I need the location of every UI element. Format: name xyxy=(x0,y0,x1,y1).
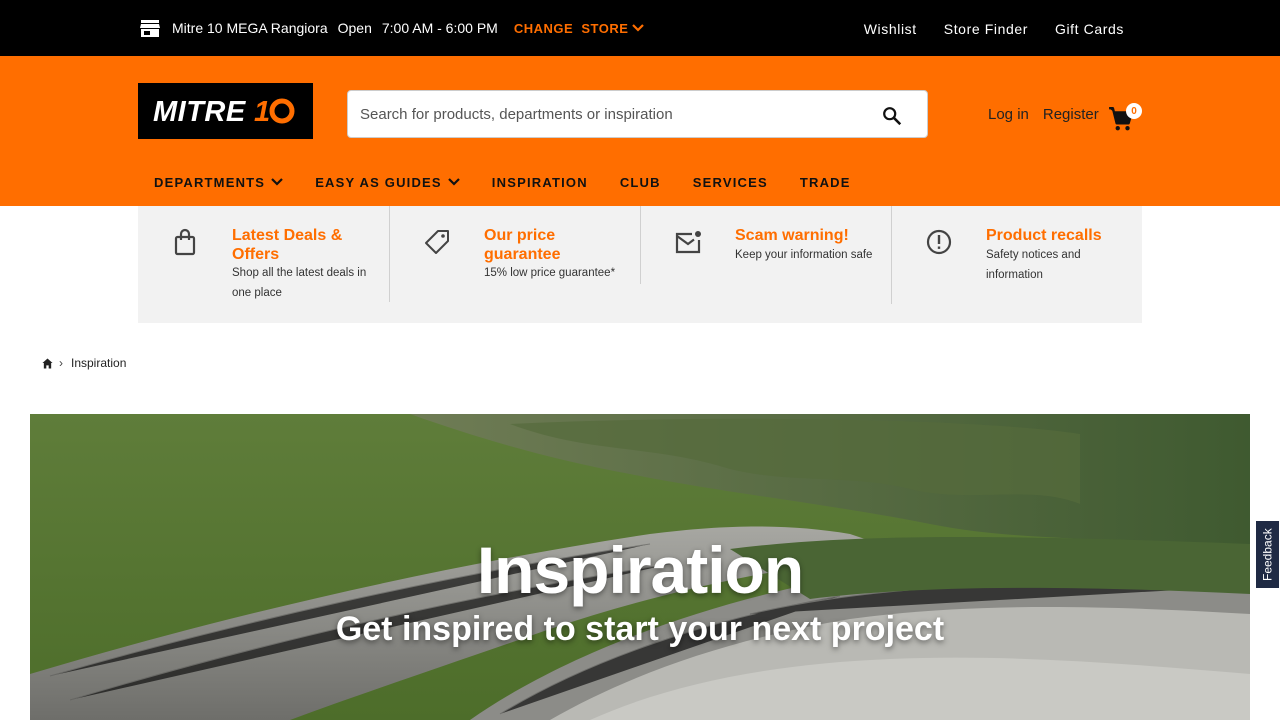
gift-cards-link[interactable]: Gift Cards xyxy=(1055,21,1124,37)
login-link[interactable]: Log in xyxy=(988,106,1029,123)
cart-count-badge: 0 xyxy=(1126,103,1142,119)
info-card-deals[interactable]: Latest Deals & Offers Shop all the lates… xyxy=(138,206,389,303)
search-box xyxy=(347,90,928,138)
info-card-desc: Shop all the latest deals in one place xyxy=(232,267,367,299)
nav-services[interactable]: SERVICES xyxy=(693,175,768,190)
info-card-desc: Safety notices and information xyxy=(986,249,1081,281)
mitre10-logo[interactable]: MITRE 1 xyxy=(138,83,313,139)
top-bar: Mitre 10 MEGA Rangiora Open 7:00 AM - 6:… xyxy=(0,0,1280,56)
chevron-down-icon xyxy=(448,178,460,186)
price-tag-icon xyxy=(425,230,449,254)
store-finder-link[interactable]: Store Finder xyxy=(944,21,1028,37)
hero-title: Inspiration xyxy=(476,533,804,607)
nav-label: CLUB xyxy=(619,174,661,190)
svg-text:MITRE: MITRE xyxy=(153,96,247,128)
info-card-price-guarantee[interactable]: Our price guarantee 15% low price guaran… xyxy=(390,206,640,303)
nav-inspiration[interactable]: INSPIRATION xyxy=(492,175,588,190)
info-card-title: Latest Deals & Offers xyxy=(232,227,343,263)
logo-mark: MITRE 1 xyxy=(153,96,294,128)
alert-circle-icon xyxy=(926,229,952,255)
nav-label: SERVICES xyxy=(692,174,768,190)
hero-subtitle: Get inspired to start your next project xyxy=(335,610,945,648)
register-link[interactable]: Register xyxy=(1043,106,1099,123)
breadcrumb: › Inspiration xyxy=(42,354,126,372)
search-input[interactable] xyxy=(348,91,868,137)
main-header: MITRE 1 Log in Register 0 DEPARTMENTS EA… xyxy=(0,56,1280,206)
change-store-label: CHANGE STORE xyxy=(513,20,629,36)
account-links: Log in Register xyxy=(988,106,1099,123)
nav-label: EASY AS GUIDES xyxy=(315,174,442,190)
home-icon[interactable] xyxy=(42,357,53,369)
nav-label: INSPIRATION xyxy=(491,174,588,190)
info-card-desc: 15% low price guarantee* xyxy=(484,267,616,279)
chevron-down-icon xyxy=(632,24,645,32)
store-hours: 7:00 AM - 6:00 PM xyxy=(381,20,498,36)
info-card-scam-warning[interactable]: Scam warning! Keep your information safe xyxy=(641,206,891,303)
info-card-title: Scam warning! xyxy=(735,227,849,244)
store-icon xyxy=(140,18,160,38)
chevron-down-icon xyxy=(271,178,283,186)
info-strip: Latest Deals & Offers Shop all the lates… xyxy=(138,206,1142,323)
info-card-desc: Keep your information safe xyxy=(735,249,873,261)
nav-trade[interactable]: TRADE xyxy=(800,175,851,190)
nav-departments[interactable]: DEPARTMENTS xyxy=(154,175,283,190)
store-name: Mitre 10 MEGA Rangiora xyxy=(172,20,328,36)
store-info: Mitre 10 MEGA Rangiora Open 7:00 AM - 6:… xyxy=(140,0,645,56)
breadcrumb-separator: › xyxy=(59,356,63,370)
store-status: Open xyxy=(337,20,372,36)
mail-alert-icon xyxy=(675,231,701,254)
breadcrumb-current: Inspiration xyxy=(71,356,127,370)
nav-label: TRADE xyxy=(799,174,851,190)
info-card-product-recalls[interactable]: Product recalls Safety notices and infor… xyxy=(892,206,1142,303)
main-nav: DEPARTMENTS EASY AS GUIDES INSPIRATION C… xyxy=(154,170,883,194)
svg-text:1: 1 xyxy=(254,96,270,128)
search-icon[interactable] xyxy=(881,105,903,127)
wishlist-link[interactable]: Wishlist xyxy=(864,21,917,37)
top-links: Wishlist Store Finder Gift Cards xyxy=(864,0,1124,58)
feedback-tab[interactable]: Feedback xyxy=(1255,520,1280,589)
hero-banner: Inspiration Get inspired to start your n… xyxy=(30,414,1250,720)
nav-club[interactable]: CLUB xyxy=(620,175,661,190)
info-card-title: Our price guarantee xyxy=(484,227,561,263)
change-store-button[interactable]: CHANGE STORE xyxy=(514,21,645,36)
nav-easy-as-guides[interactable]: EASY AS GUIDES xyxy=(315,175,460,190)
info-card-title: Product recalls xyxy=(986,227,1102,244)
shopping-bag-icon xyxy=(174,228,196,256)
nav-label: DEPARTMENTS xyxy=(154,174,266,190)
